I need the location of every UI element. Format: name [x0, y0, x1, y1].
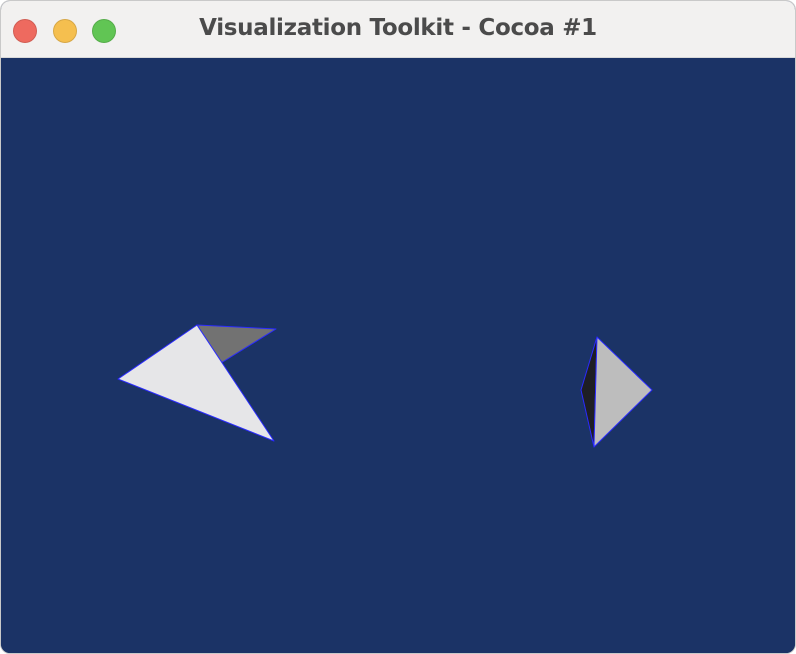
render-background	[1, 59, 795, 653]
render-viewport[interactable]	[1, 59, 796, 654]
title-bar[interactable]: Visualization Toolkit - Cocoa #1	[1, 1, 795, 58]
window-title: Visualization Toolkit - Cocoa #1	[199, 15, 597, 41]
vtk-window: Visualization Toolkit - Cocoa #1	[0, 0, 796, 654]
render-canvas[interactable]	[1, 59, 796, 654]
